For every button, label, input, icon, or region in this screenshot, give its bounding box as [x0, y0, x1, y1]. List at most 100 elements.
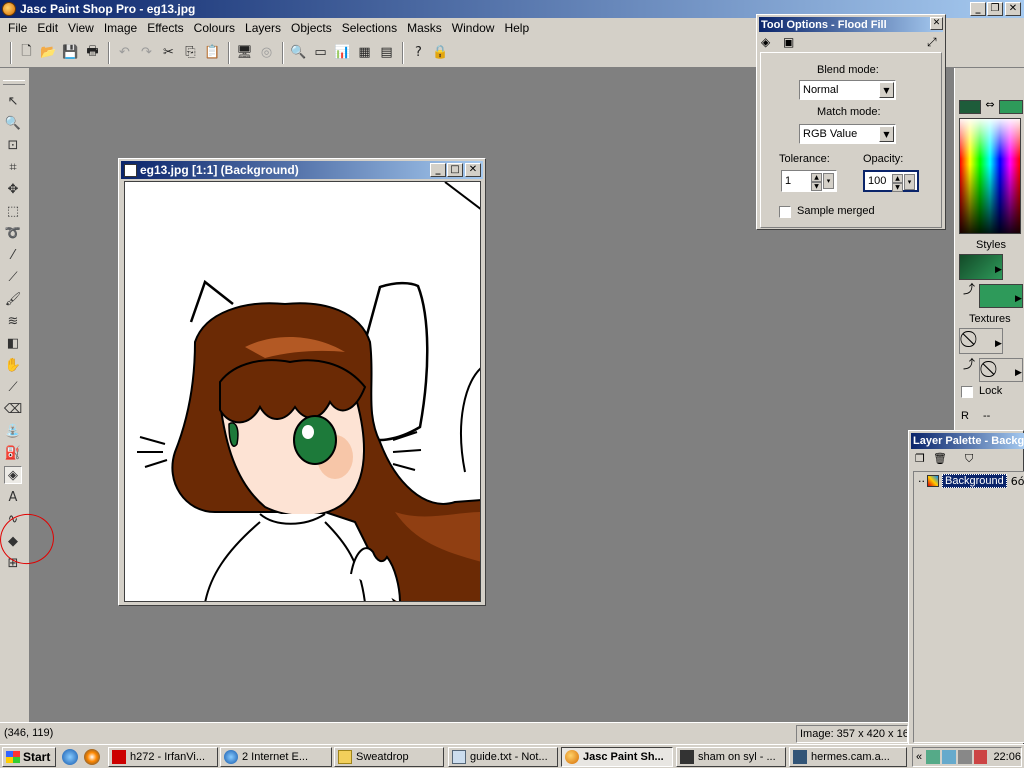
layer-name[interactable]: Background [942, 474, 1007, 488]
tolerance-spinner[interactable]: ▲ ▼ [811, 173, 822, 191]
opacity-spinner[interactable]: ▲ ▼ [892, 174, 903, 192]
save-icon[interactable]: 💾 [60, 42, 81, 64]
task-internet-explorer[interactable]: 2 Internet E... [220, 747, 332, 767]
tool-options-palette[interactable]: Tool Options - Flood Fill ✕ ◈ ▣ ⤢ Blend … [756, 14, 946, 230]
browse-icon[interactable]: 🖥 [234, 42, 255, 64]
eraser-tool-icon[interactable]: ⌫ [4, 400, 22, 418]
toolbar-grip[interactable] [10, 41, 12, 64]
lock-checkbox[interactable] [961, 386, 973, 398]
foreground-color-swatch[interactable] [959, 100, 981, 114]
mask-layer-icon[interactable]: ⛉ [965, 452, 973, 466]
fill-options-tab-icon[interactable]: ▣ [783, 35, 799, 51]
colour-replacer-icon[interactable]: ◧ [4, 334, 22, 352]
menu-objects[interactable]: Objects [286, 21, 337, 35]
task-hermes[interactable]: hermes.cam.a... [789, 747, 907, 767]
text-tool-icon[interactable]: A [4, 488, 22, 506]
network-icon[interactable] [926, 750, 940, 764]
tray-expand-icon[interactable]: « [916, 751, 922, 763]
image-close-button[interactable]: ✕ [465, 163, 481, 177]
arrow-tool-icon[interactable]: ↖ [4, 92, 22, 110]
swap-textures-icon[interactable]: ⤴ [963, 355, 975, 372]
task-irfanview[interactable]: h272 - IrfanVi... [108, 747, 218, 767]
image-minimize-button[interactable]: _ [430, 163, 446, 177]
style-arrow-icon[interactable]: ▶ [995, 265, 1002, 275]
layer-palette-title-bar[interactable]: Layer Palette - Background [911, 433, 1024, 449]
scratch-remover-icon[interactable]: ⟋ [4, 378, 22, 396]
flood-fill-tab-icon[interactable]: ◈ [761, 35, 777, 51]
menu-colours[interactable]: Colours [189, 21, 240, 35]
media-player-icon[interactable] [84, 749, 100, 765]
redo-icon[interactable]: ↷ [136, 42, 157, 64]
freehand-selection-icon[interactable]: ➰ [4, 224, 22, 242]
start-button[interactable]: Start [2, 747, 56, 767]
new-file-icon[interactable]: 🗋 [16, 42, 37, 64]
swap-styles-icon[interactable]: ⤴ [963, 280, 975, 297]
paint-shop-pro-icon[interactable] [2, 2, 16, 16]
layer-palette[interactable]: Layer Palette - Background ❐ 🗑 ⛉ ·· Back… [908, 430, 1024, 746]
layer-palette-toggle-icon[interactable]: ▦ [354, 42, 375, 64]
script-icon[interactable]: 🔒 [430, 42, 451, 64]
minimize-button[interactable]: _ [970, 2, 986, 16]
airbrush-icon[interactable]: ⛽ [4, 444, 22, 462]
overview-icon[interactable]: ▤ [376, 42, 397, 64]
task-paint-shop-pro[interactable]: Jasc Paint Sh... [561, 747, 673, 767]
swap-colors-icon[interactable]: ⇔ [983, 98, 997, 114]
tray-app-icon[interactable] [973, 750, 988, 764]
copy-icon[interactable]: ⎘ [180, 42, 201, 64]
screen-capture-icon[interactable]: ◎ [256, 42, 277, 64]
flood-fill-icon[interactable]: ◈ [4, 466, 22, 484]
chevron-down-icon[interactable]: ▼ [879, 82, 894, 98]
retouch-tool-icon[interactable]: ✋ [4, 356, 22, 374]
undo-icon[interactable]: ↶ [114, 42, 135, 64]
mover-tool-icon[interactable]: ✥ [4, 180, 22, 198]
style-arrow-icon[interactable]: ▶ [1015, 294, 1022, 304]
background-color-swatch[interactable] [999, 100, 1023, 114]
tool-options-toggle-icon[interactable]: ▭ [310, 42, 331, 64]
menu-help[interactable]: Help [499, 21, 534, 35]
deform-tool-icon[interactable]: ⊡ [4, 136, 22, 154]
internet-explorer-icon[interactable] [62, 749, 78, 765]
image-window[interactable]: eg13.jpg [1:1] (Background) _ □ ✕ [118, 158, 486, 606]
display-icon[interactable] [941, 750, 956, 764]
sample-merged-checkbox[interactable] [779, 206, 791, 218]
dropper-tool-icon[interactable]: ⟋ [4, 268, 22, 286]
volume-icon[interactable] [957, 750, 972, 764]
new-layer-icon[interactable]: ❐ [915, 452, 925, 465]
image-canvas[interactable] [124, 181, 481, 602]
task-sweatdrop-folder[interactable]: Sweatdrop [334, 747, 444, 767]
menu-layers[interactable]: Layers [240, 21, 286, 35]
palette-pin-icon[interactable]: ⤢ [927, 35, 943, 51]
tool-options-title-bar[interactable]: Tool Options - Flood Fill [759, 17, 943, 32]
menu-effects[interactable]: Effects [142, 21, 188, 35]
restore-button[interactable]: ❐ [987, 2, 1003, 16]
menu-edit[interactable]: Edit [32, 21, 63, 35]
tolerance-dropdown-icon[interactable]: ▾ [823, 173, 834, 189]
texture-arrow-icon[interactable]: ▶ [1015, 368, 1022, 378]
task-notepad[interactable]: guide.txt - Not... [448, 747, 558, 767]
paint-brush-icon[interactable]: 🖌 [4, 290, 22, 308]
crop-tool-icon[interactable]: ⌗ [4, 158, 22, 176]
match-mode-select[interactable]: RGB Value ▼ [799, 124, 896, 144]
tool-options-close-button[interactable]: ✕ [930, 17, 943, 30]
picture-tube-icon[interactable]: ⛲ [4, 422, 22, 440]
magic-wand-icon[interactable]: ⁄ [4, 246, 22, 264]
clone-brush-icon[interactable]: ≋ [4, 312, 22, 330]
opacity-input[interactable]: 100 ▲ ▼ ▾ [863, 170, 919, 192]
color-spectrum[interactable] [959, 118, 1021, 234]
print-icon[interactable]: 🖶 [82, 42, 103, 64]
histogram-icon[interactable]: 📊 [332, 42, 353, 64]
close-button[interactable]: ✕ [1005, 2, 1021, 16]
menu-image[interactable]: Image [99, 21, 142, 35]
clock[interactable]: 22:06 [993, 751, 1021, 763]
context-help-icon[interactable]: ? [408, 42, 429, 64]
layer-visibility-icon[interactable]: 6ό [1011, 475, 1024, 488]
image-maximize-button[interactable]: □ [447, 163, 463, 177]
menu-window[interactable]: Window [447, 21, 500, 35]
task-sham-on-syl[interactable]: sham on syl - ... [676, 747, 786, 767]
layer-row-background[interactable]: ·· Background 6ό [918, 474, 1024, 488]
blend-mode-select[interactable]: Normal ▼ [799, 80, 896, 100]
zoom-tool-icon[interactable]: 🔍 [4, 114, 22, 132]
open-folder-icon[interactable]: 📂 [38, 42, 59, 64]
delete-layer-icon[interactable]: 🗑 [933, 452, 947, 465]
menu-view[interactable]: View [63, 21, 99, 35]
